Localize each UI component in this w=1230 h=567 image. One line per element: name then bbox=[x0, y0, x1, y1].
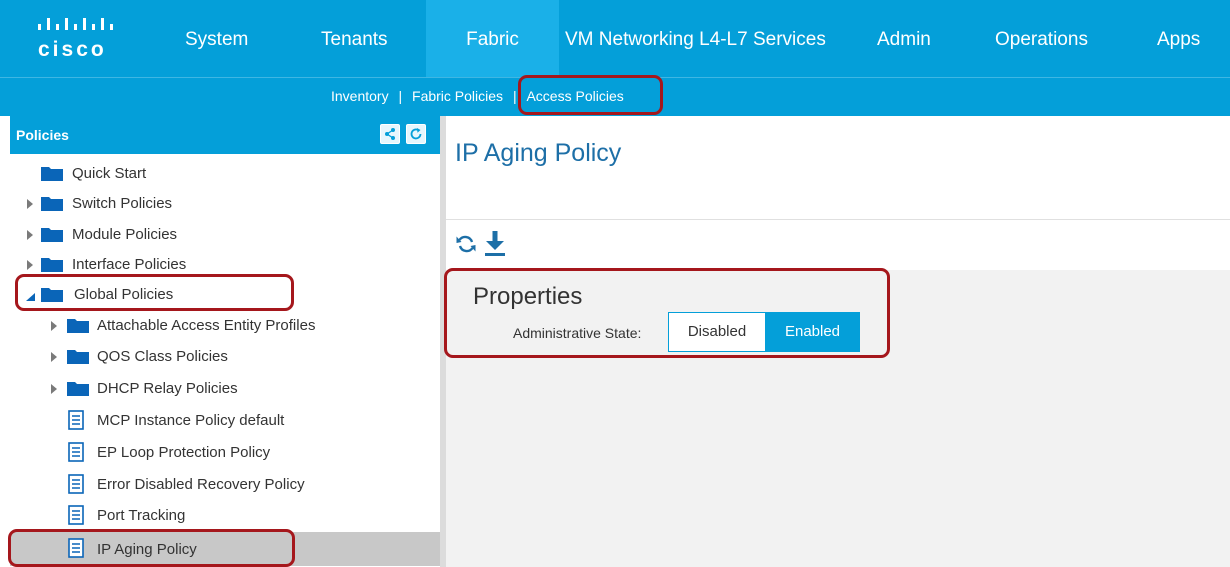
expand-arrow-icon[interactable] bbox=[50, 319, 60, 331]
folder-icon bbox=[41, 256, 63, 276]
nav-apps[interactable]: Apps bbox=[1157, 0, 1200, 77]
folder-icon bbox=[41, 226, 63, 246]
folder-icon bbox=[67, 348, 89, 368]
tree-item-label: Module Policies bbox=[72, 226, 178, 243]
subnav-fabric-policies[interactable]: Fabric Policies bbox=[412, 78, 503, 114]
nav-fabric[interactable]: Fabric bbox=[426, 0, 559, 77]
tree-item-label: Interface Policies bbox=[72, 256, 187, 273]
expand-arrow-icon[interactable] bbox=[50, 382, 60, 394]
tree-item-mcp-instance-policy[interactable]: MCP Instance Policy default bbox=[10, 405, 440, 435]
subnav-inventory[interactable]: Inventory bbox=[331, 78, 389, 114]
highlight-properties bbox=[444, 268, 890, 358]
highlight-global-policies bbox=[15, 274, 294, 311]
folder-icon bbox=[67, 380, 89, 400]
expand-arrow-icon[interactable] bbox=[50, 350, 60, 362]
nav-tenants[interactable]: Tenants bbox=[321, 0, 388, 77]
folder-icon bbox=[67, 317, 89, 337]
expand-arrow-icon[interactable] bbox=[26, 258, 36, 270]
nav-admin[interactable]: Admin bbox=[877, 0, 931, 77]
policies-tree-panel: Policies Quick Start Switch Policies Mod… bbox=[0, 116, 446, 567]
expand-arrow-icon[interactable] bbox=[26, 228, 36, 240]
tree-item-label: EP Loop Protection Policy bbox=[97, 444, 271, 461]
share-icon[interactable] bbox=[380, 124, 400, 144]
tree-item-label: Error Disabled Recovery Policy bbox=[97, 476, 305, 493]
subnav-separator: | bbox=[512, 88, 517, 104]
folder-icon bbox=[41, 165, 63, 185]
cisco-logo[interactable]: cisco bbox=[36, 14, 146, 66]
panel-header: Policies bbox=[10, 116, 440, 154]
tree-item-qos-class-policies[interactable]: QOS Class Policies bbox=[10, 341, 440, 371]
tree-item-quick-start[interactable]: Quick Start bbox=[10, 158, 440, 188]
tree-item-label: Switch Policies bbox=[72, 195, 173, 212]
tree-item-ep-loop-protection-policy[interactable]: EP Loop Protection Policy bbox=[10, 437, 440, 467]
download-icon[interactable] bbox=[483, 229, 507, 257]
tree-item-port-tracking[interactable]: Port Tracking bbox=[10, 500, 440, 530]
tree-item-label: Attachable Access Entity Profiles bbox=[97, 317, 316, 334]
tree-item-label: MCP Instance Policy default bbox=[97, 412, 285, 429]
nav-operations[interactable]: Operations bbox=[995, 0, 1088, 77]
nav-system[interactable]: System bbox=[185, 0, 248, 77]
subnav-separator: | bbox=[398, 88, 403, 104]
cisco-bridge-icon bbox=[38, 18, 113, 30]
logo-wordmark: cisco bbox=[38, 38, 107, 61]
tree-item-switch-policies[interactable]: Switch Policies bbox=[10, 188, 440, 218]
tree-item-module-policies[interactable]: Module Policies bbox=[10, 219, 440, 249]
policy-doc-icon bbox=[67, 410, 85, 434]
tree-item-label: DHCP Relay Policies bbox=[97, 380, 238, 397]
tree-item-error-disabled-recovery-policy[interactable]: Error Disabled Recovery Policy bbox=[10, 469, 440, 499]
tree-item-label: Quick Start bbox=[72, 165, 147, 182]
folder-icon bbox=[41, 195, 63, 215]
tree-item-dhcp-relay-policies[interactable]: DHCP Relay Policies bbox=[10, 373, 440, 403]
policy-doc-icon bbox=[67, 442, 85, 466]
divider bbox=[446, 219, 1230, 220]
policy-doc-icon bbox=[67, 505, 85, 529]
tree-item-attachable-access-entity-profiles[interactable]: Attachable Access Entity Profiles bbox=[10, 310, 440, 340]
tree-item-label: QOS Class Policies bbox=[97, 348, 228, 365]
refresh-icon[interactable] bbox=[406, 124, 426, 144]
nav-vm-networking-l4-l7[interactable]: VM Networking L4-L7 Services bbox=[565, 0, 826, 77]
panel-title: Policies bbox=[16, 127, 69, 143]
tree-item-label: Port Tracking bbox=[97, 507, 186, 524]
page-title: IP Aging Policy bbox=[455, 139, 622, 167]
policy-doc-icon bbox=[67, 474, 85, 498]
highlight-ip-aging-policy bbox=[8, 529, 295, 567]
top-navigation-bar: cisco System Tenants Fabric VM Networkin… bbox=[0, 0, 1230, 77]
refresh-icon[interactable] bbox=[455, 233, 477, 255]
expand-arrow-icon[interactable] bbox=[26, 197, 36, 209]
highlight-access-policies bbox=[518, 75, 663, 115]
